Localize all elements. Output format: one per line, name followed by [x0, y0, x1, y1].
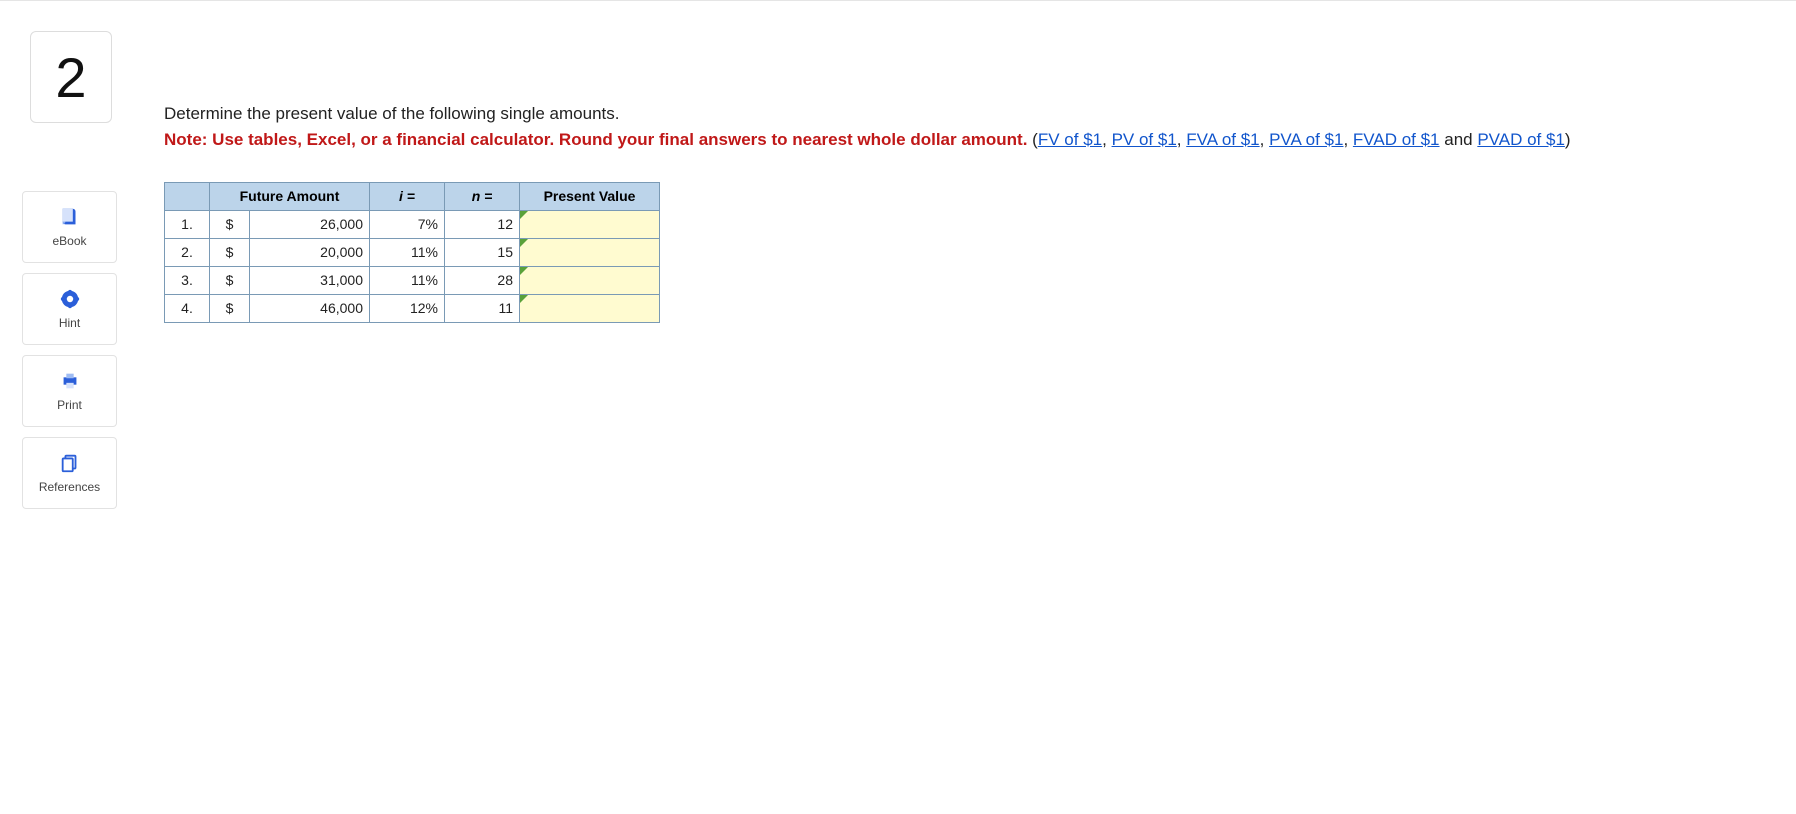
header-i: i =: [370, 183, 445, 211]
header-n: n =: [445, 183, 520, 211]
link-fvad[interactable]: FVAD of $1: [1353, 130, 1440, 149]
link-fva[interactable]: FVA of $1: [1186, 130, 1259, 149]
header-blank: [165, 183, 210, 211]
pv-input[interactable]: [520, 239, 659, 266]
n-value: 12: [445, 211, 520, 239]
printer-icon: [59, 370, 81, 392]
row-num: 1.: [165, 211, 210, 239]
hint-button[interactable]: Hint: [22, 273, 117, 345]
sep1: ,: [1102, 130, 1111, 149]
prompt-line2: Note: Use tables, Excel, or a financial …: [164, 127, 1756, 153]
pv-cell[interactable]: [520, 295, 660, 323]
table-row: 3. $ 31,000 11% 28: [165, 267, 660, 295]
n-value: 11: [445, 295, 520, 323]
i-value: 11%: [370, 267, 445, 295]
table-row: 4. $ 46,000 12% 11: [165, 295, 660, 323]
pv-input[interactable]: [520, 295, 659, 322]
header-future-amount: Future Amount: [210, 183, 370, 211]
print-label: Print: [57, 398, 82, 412]
sep3: ,: [1260, 130, 1269, 149]
sep2: ,: [1177, 130, 1186, 149]
question-number: 2: [55, 45, 86, 110]
question-content: Determine the present value of the follo…: [164, 101, 1756, 323]
link-fv[interactable]: FV of $1: [1038, 130, 1102, 149]
hint-icon: [59, 288, 81, 310]
and-text: and: [1440, 130, 1478, 149]
i-value: 12%: [370, 295, 445, 323]
row-num: 4.: [165, 295, 210, 323]
currency: $: [210, 239, 250, 267]
currency: $: [210, 295, 250, 323]
note-text: Note: Use tables, Excel, or a financial …: [164, 130, 1027, 149]
pv-cell[interactable]: [520, 239, 660, 267]
prompt-line1: Determine the present value of the follo…: [164, 101, 1756, 127]
pv-cell[interactable]: [520, 267, 660, 295]
references-icon: [59, 452, 81, 474]
paren-close: ): [1565, 130, 1571, 149]
paren-open: (: [1027, 130, 1037, 149]
table-row: 2. $ 20,000 11% 15: [165, 239, 660, 267]
book-icon: [59, 206, 81, 228]
link-pv[interactable]: PV of $1: [1112, 130, 1177, 149]
header-pv: Present Value: [520, 183, 660, 211]
question-number-badge: 2: [30, 31, 112, 123]
references-label: References: [39, 480, 100, 494]
references-button[interactable]: References: [22, 437, 117, 509]
pv-cell[interactable]: [520, 211, 660, 239]
pv-input[interactable]: [520, 267, 659, 294]
row-num: 3.: [165, 267, 210, 295]
n-value: 28: [445, 267, 520, 295]
ebook-button[interactable]: eBook: [22, 191, 117, 263]
currency: $: [210, 267, 250, 295]
page: 2 eBook Hint Print References Determine …: [0, 0, 1796, 814]
future-amount: 26,000: [250, 211, 370, 239]
link-pvad[interactable]: PVAD of $1: [1477, 130, 1565, 149]
sidebar: eBook Hint Print References: [22, 191, 117, 519]
print-button[interactable]: Print: [22, 355, 117, 427]
hint-label: Hint: [59, 316, 80, 330]
pv-input[interactable]: [520, 211, 659, 238]
i-value: 7%: [370, 211, 445, 239]
i-value: 11%: [370, 239, 445, 267]
row-num: 2.: [165, 239, 210, 267]
n-value: 15: [445, 239, 520, 267]
future-amount: 46,000: [250, 295, 370, 323]
future-amount: 31,000: [250, 267, 370, 295]
currency: $: [210, 211, 250, 239]
link-pva[interactable]: PVA of $1: [1269, 130, 1343, 149]
ebook-label: eBook: [52, 234, 86, 248]
sep4: ,: [1343, 130, 1352, 149]
table-row: 1. $ 26,000 7% 12: [165, 211, 660, 239]
pv-table: Future Amount i = n = Present Value 1. $…: [164, 182, 660, 323]
table-header-row: Future Amount i = n = Present Value: [165, 183, 660, 211]
future-amount: 20,000: [250, 239, 370, 267]
